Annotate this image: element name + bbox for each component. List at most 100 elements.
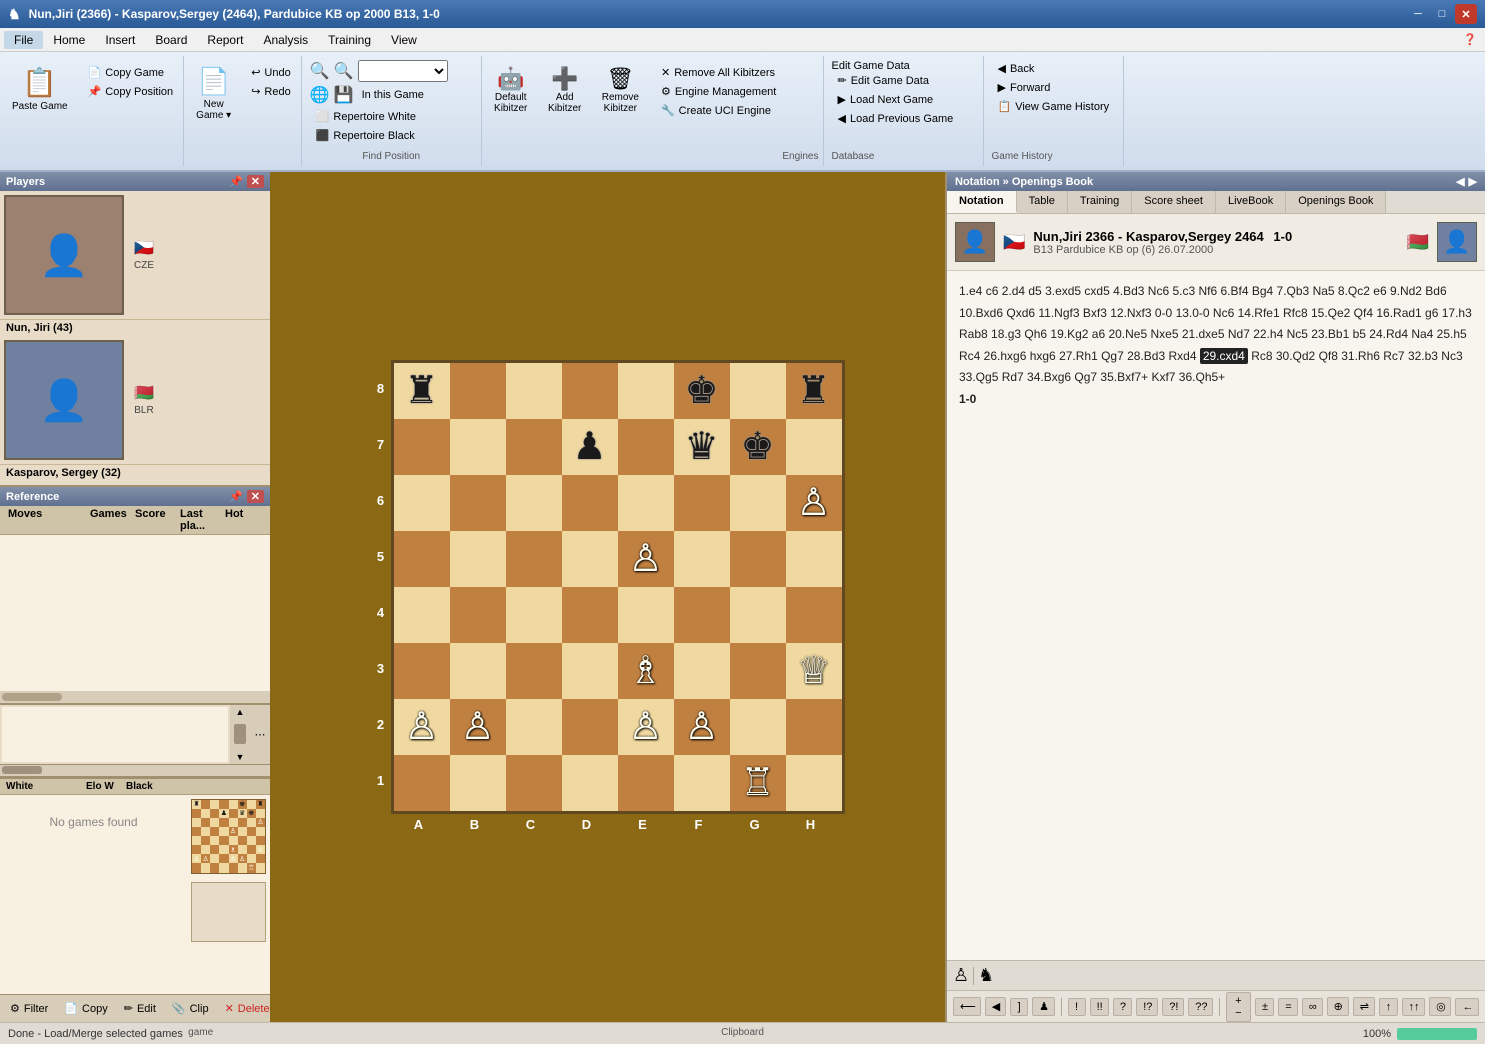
square-E8[interactable]	[618, 363, 674, 419]
square-E2[interactable]: ♙	[618, 699, 674, 755]
menu-view[interactable]: View	[381, 31, 427, 49]
players-close-button[interactable]: ✕	[247, 175, 264, 188]
square-G6[interactable]	[730, 475, 786, 531]
square-A1[interactable]	[394, 755, 450, 811]
back-button[interactable]: ◀ Back	[992, 60, 1116, 77]
annot-bracket-button[interactable]: ]	[1010, 998, 1028, 1016]
square-B5[interactable]	[450, 531, 506, 587]
annot-double-exclaim-button[interactable]: !!	[1090, 998, 1109, 1016]
square-G1[interactable]: ♖	[730, 755, 786, 811]
square-C6[interactable]	[506, 475, 562, 531]
annot-left-button[interactable]: ←	[1455, 998, 1479, 1016]
copy-position-button[interactable]: 📌 Copy Position	[82, 83, 180, 100]
square-G3[interactable]	[730, 643, 786, 699]
square-E5[interactable]: ♙	[618, 531, 674, 587]
add-kibitzer-button[interactable]: ➕ Add Kibitzer	[540, 60, 590, 120]
square-H5[interactable]	[786, 531, 842, 587]
games-list-scroll[interactable]: No games found	[0, 795, 187, 995]
tab-training[interactable]: Training	[1068, 191, 1132, 213]
square-H8[interactable]: ♜	[786, 363, 842, 419]
square-G4[interactable]	[730, 587, 786, 643]
square-C1[interactable]	[506, 755, 562, 811]
annot-double-question-button[interactable]: ??	[1188, 998, 1213, 1016]
forward-button[interactable]: ▶ Forward	[992, 79, 1116, 96]
clip-button[interactable]: 📎 Clip	[166, 1000, 215, 1017]
reference-pin-button[interactable]: 📌	[229, 490, 243, 503]
square-A4[interactable]	[394, 587, 450, 643]
annot-up-button[interactable]: ↑	[1379, 998, 1398, 1016]
square-D1[interactable]	[562, 755, 618, 811]
load-next-game-button[interactable]: ▶ Load Next Game	[832, 91, 960, 108]
square-D5[interactable]	[562, 531, 618, 587]
square-A5[interactable]	[394, 531, 450, 587]
square-A8[interactable]: ♜	[394, 363, 450, 419]
square-F3[interactable]	[674, 643, 730, 699]
menu-training[interactable]: Training	[318, 31, 381, 49]
reference-close-button[interactable]: ✕	[247, 490, 264, 503]
square-H3[interactable]: ♕	[786, 643, 842, 699]
square-A3[interactable]	[394, 643, 450, 699]
annot-target-button[interactable]: ◎	[1429, 997, 1451, 1016]
h-scroll-thumb2[interactable]	[2, 766, 42, 774]
square-B1[interactable]	[450, 755, 506, 811]
square-E4[interactable]	[618, 587, 674, 643]
square-F1[interactable]	[674, 755, 730, 811]
square-E7[interactable]	[618, 419, 674, 475]
undo-button[interactable]: ↩ Undo	[245, 64, 297, 81]
square-E3[interactable]: ♗	[618, 643, 674, 699]
notation-text-area[interactable]: 1.e4 c6 2.d4 d5 3.exd5 cxd5 4.Bd3 Nc6 5.…	[947, 271, 1485, 960]
annot-circle-button[interactable]: ⊕	[1327, 997, 1349, 1016]
find-position-dropdown[interactable]	[358, 60, 448, 82]
scroll-options-button[interactable]: ⋯	[250, 705, 270, 764]
menu-report[interactable]: Report	[197, 31, 253, 49]
menu-home[interactable]: Home	[43, 31, 95, 49]
square-A7[interactable]	[394, 419, 450, 475]
menu-board[interactable]: Board	[145, 31, 197, 49]
square-H4[interactable]	[786, 587, 842, 643]
square-B7[interactable]	[450, 419, 506, 475]
square-C3[interactable]	[506, 643, 562, 699]
square-B2[interactable]: ♙	[450, 699, 506, 755]
menu-analysis[interactable]: Analysis	[253, 31, 318, 49]
copy-button[interactable]: 📄 Copy	[58, 1000, 113, 1017]
menu-file[interactable]: File	[4, 31, 43, 49]
scroll-up-arrow[interactable]: ▲	[236, 707, 245, 717]
repertoire-white-button[interactable]: ⬜ Repertoire White	[310, 108, 422, 125]
annot-begin-button[interactable]: ⟵	[953, 997, 981, 1016]
annot-plus-minus-button[interactable]: +−	[1226, 992, 1251, 1022]
square-B3[interactable]	[450, 643, 506, 699]
edit-button[interactable]: ✏ Edit	[118, 1000, 162, 1017]
square-E1[interactable]	[618, 755, 674, 811]
square-C4[interactable]	[506, 587, 562, 643]
square-H1[interactable]	[786, 755, 842, 811]
delete-button[interactable]: ✕ Delete	[219, 1000, 276, 1017]
square-D2[interactable]	[562, 699, 618, 755]
notation-expand-button[interactable]: ▶	[1469, 175, 1477, 188]
square-F4[interactable]	[674, 587, 730, 643]
annot-question-button[interactable]: ?	[1113, 998, 1132, 1016]
chess-board[interactable]: ♜♚♜♟♛♚♙♙♗♕♙♙♙♙♖	[391, 360, 845, 814]
annot-double-up-button[interactable]: ↑↑	[1402, 998, 1426, 1016]
annot-pawn-button[interactable]: ♟	[1032, 997, 1055, 1016]
players-pin-button[interactable]: 📌	[229, 175, 243, 188]
engine-management-button[interactable]: ⚙ Engine Management	[655, 83, 782, 100]
in-this-game-button[interactable]: In this Game	[358, 88, 428, 102]
paste-game-button[interactable]: 📋 Paste Game	[4, 60, 76, 130]
copy-game-button[interactable]: 📄 Copy Game	[82, 64, 180, 81]
square-G8[interactable]	[730, 363, 786, 419]
square-E6[interactable]	[618, 475, 674, 531]
redo-button[interactable]: ↪ Redo	[245, 83, 297, 100]
h-scroll-thumb[interactable]	[2, 693, 62, 701]
close-button[interactable]: ✕	[1455, 4, 1477, 24]
notation-pin-button[interactable]: ◀	[1456, 175, 1464, 188]
tab-notation[interactable]: Notation	[947, 191, 1017, 213]
square-H2[interactable]	[786, 699, 842, 755]
annot-exclaim-question-button[interactable]: !?	[1136, 998, 1158, 1016]
square-C8[interactable]	[506, 363, 562, 419]
annotation-scroll[interactable]	[2, 707, 228, 762]
repertoire-black-button[interactable]: ⬛ Repertoire Black	[310, 127, 422, 144]
load-previous-game-button[interactable]: ◀ Load Previous Game	[832, 110, 960, 127]
square-D7[interactable]: ♟	[562, 419, 618, 475]
square-F6[interactable]	[674, 475, 730, 531]
annot-back-button[interactable]: ◀	[985, 997, 1006, 1016]
